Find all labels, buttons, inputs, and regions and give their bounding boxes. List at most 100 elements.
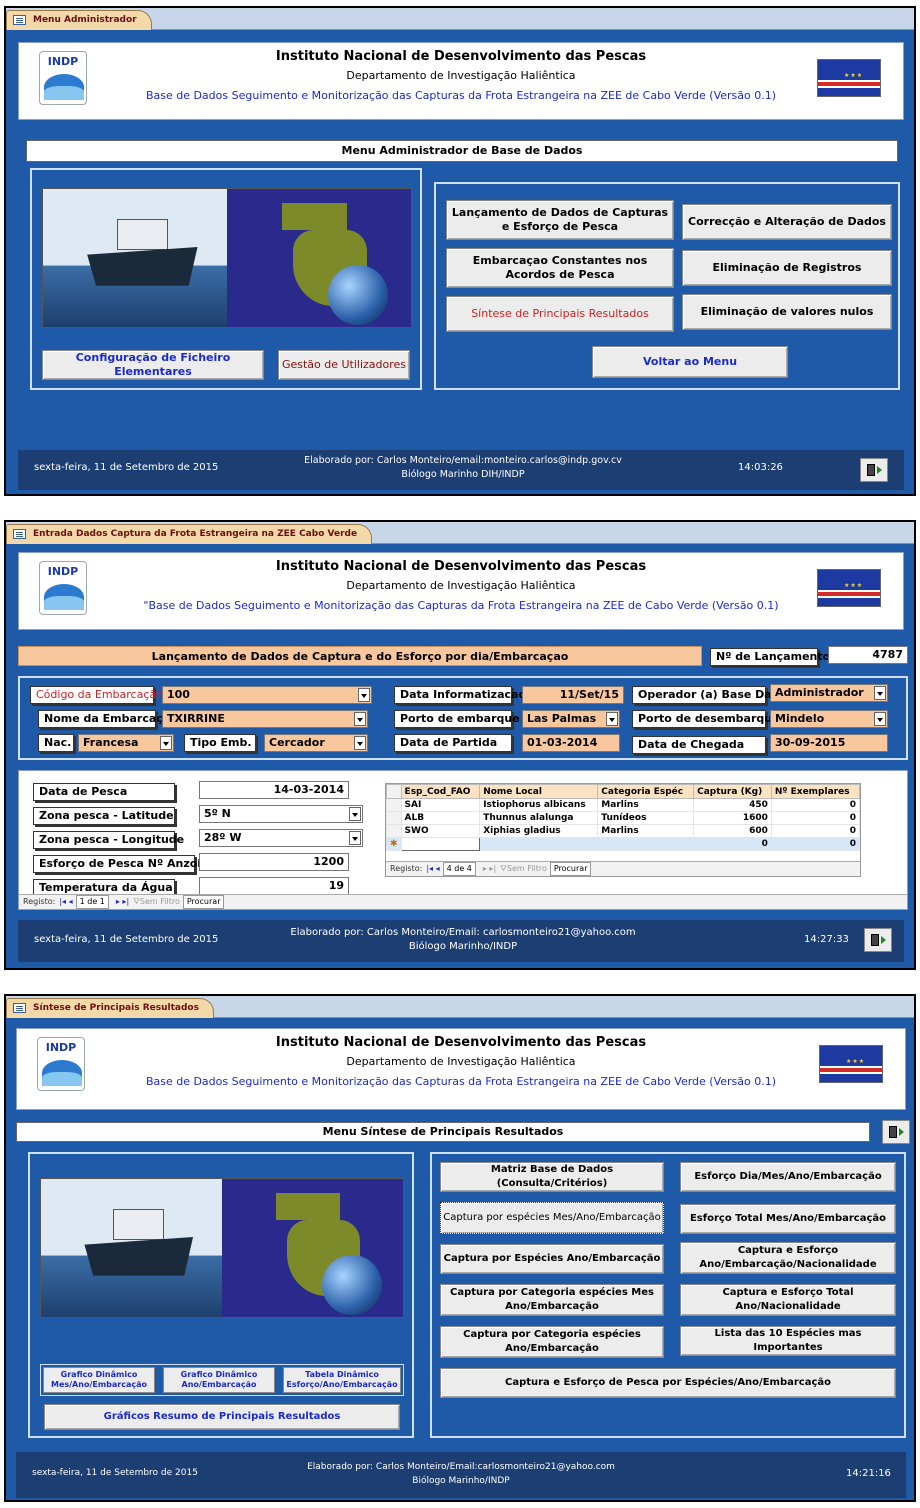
table-cell[interactable]: Marlins — [597, 824, 695, 838]
column-header[interactable]: Nome Local — [479, 784, 599, 799]
table-row[interactable]: SWO Xiphias gladius Marlins 600 0 — [386, 824, 860, 838]
correccao-button[interactable]: Correcção e Alteração de Dados — [682, 204, 892, 240]
chevron-down-icon[interactable] — [606, 712, 618, 726]
chevron-down-icon[interactable] — [874, 712, 886, 726]
esforco-field[interactable]: 1200 — [199, 853, 349, 871]
table-cell[interactable]: 0 — [770, 824, 860, 838]
subform-record-navigator[interactable]: Registo: |◂ ◂ 4 de 4 ▸ ▸| ⛛Sem Filtro Procura… — [386, 861, 860, 876]
filter-label[interactable]: Sem Filtro — [507, 864, 547, 873]
record-position[interactable]: 1 de 1 — [75, 895, 109, 909]
captura-especies-ano-button[interactable]: Captura por Espécies Ano/Embarcação — [440, 1244, 664, 1274]
first-record-icon[interactable]: |◂ ◂ — [426, 863, 439, 875]
tab-entrada-dados[interactable]: Entrada Dados Captura da Frota Estrangei… — [6, 524, 373, 544]
n-lancamento-value[interactable]: 4787 — [828, 646, 908, 664]
next-record-icon[interactable]: ▸ ▸| — [116, 896, 129, 908]
search-field[interactable]: Procurar — [182, 895, 225, 909]
data-inf-field[interactable]: 11/Set/15 — [522, 686, 624, 704]
porto-desembarque-select[interactable]: Mindelo — [770, 710, 888, 728]
table-cell[interactable]: 0 — [693, 837, 772, 851]
tab-menu-administrador[interactable]: Menu Administrador — [6, 10, 152, 30]
voltar-menu-button[interactable]: Voltar ao Menu — [592, 346, 788, 378]
table-cell[interactable]: Thunnus alalunga — [479, 811, 599, 825]
eliminacao-nulos-button[interactable]: Eliminação de valores nulos — [682, 294, 892, 330]
row-selector-header[interactable] — [386, 784, 402, 799]
temperatura-field[interactable]: 19 — [199, 877, 349, 895]
table-cell[interactable]: SWO — [400, 824, 481, 838]
partida-field[interactable]: 01-03-2014 — [522, 734, 620, 752]
latitude-select[interactable]: 5º N — [199, 805, 363, 823]
table-cell[interactable] — [479, 837, 599, 851]
captura-esforco-especies-button[interactable]: Captura e Esforço de Pesca por Espécies/… — [440, 1368, 896, 1398]
chevron-down-icon[interactable] — [874, 686, 886, 700]
chevron-down-icon[interactable] — [358, 688, 370, 702]
operador-select[interactable]: Administrador — [770, 684, 888, 702]
captura-esforco-nac-button[interactable]: Captura e Esforço Ano/Embarcação/Naciona… — [680, 1242, 896, 1274]
table-cell[interactable]: SAI — [400, 798, 481, 812]
table-row[interactable]: SAI Istiophorus albicans Marlins 450 0 — [386, 798, 860, 812]
embarcacao-acordos-button[interactable]: Embarcaçao Constantes nos Acordos de Pes… — [446, 248, 674, 288]
chevron-down-icon[interactable] — [354, 736, 366, 750]
column-header[interactable]: Nº Exemplares — [770, 784, 860, 799]
porto-embarque-select[interactable]: Las Palmas — [522, 710, 620, 728]
longitude-select[interactable]: 28º W — [199, 829, 363, 847]
table-cell[interactable]: 600 — [693, 824, 772, 838]
column-header[interactable]: Categoria Espéc — [597, 784, 695, 799]
table-cell[interactable] — [400, 837, 481, 851]
filter-label[interactable]: Sem Filtro — [140, 897, 180, 906]
first-record-icon[interactable]: |◂ ◂ — [59, 896, 72, 908]
table-cell[interactable]: Marlins — [597, 798, 695, 812]
main-record-navigator[interactable]: Registo: |◂ ◂ 1 de 1 ▸ ▸| ⛛Sem Filtro Procura… — [19, 894, 907, 909]
codigo-select[interactable]: 100 — [162, 686, 372, 704]
lista-10-button[interactable]: Lista das 10 Espécies mas Importantes — [680, 1326, 896, 1356]
exit-button[interactable] — [882, 1120, 910, 1144]
tipo-select[interactable]: Cercador — [264, 734, 368, 752]
captura-esforco-total-button[interactable]: Captura e Esforço Total Ano/Nacionalidad… — [680, 1284, 896, 1316]
eliminacao-registros-button[interactable]: Eliminação de Registros — [682, 250, 892, 286]
esforco-total-button[interactable]: Esforço Total Mes/Ano/Embarcação — [680, 1204, 896, 1234]
matriz-button[interactable]: Matriz Base de Dados (Consulta/Critérios… — [440, 1162, 664, 1192]
table-cell[interactable] — [597, 837, 695, 851]
record-position[interactable]: 4 de 4 — [442, 862, 476, 876]
row-selector[interactable] — [386, 798, 402, 812]
table-cell[interactable]: Istiophorus albicans — [479, 798, 599, 812]
tab-sintese[interactable]: Síntese de Principais Resultados — [6, 998, 214, 1018]
grafico-mes-button[interactable]: Grafico Dinâmico Mes/Ano/Embarcação — [43, 1367, 155, 1393]
table-cell[interactable]: 1600 — [693, 811, 772, 825]
filter-icon[interactable]: ⛛ — [133, 896, 140, 908]
lancamento-button[interactable]: Lançamento de Dados de Capturas e Esforç… — [446, 200, 674, 240]
captura-cat-mes-button[interactable]: Captura por Categoria espécies Mes Ano/E… — [440, 1284, 664, 1316]
esforco-dia-button[interactable]: Esforço Dia/Mes/Ano/Embarcação — [680, 1162, 896, 1192]
tabela-button[interactable]: Tabela Dinâmico Esforço/Ano/Embarcação — [283, 1367, 401, 1393]
table-cell[interactable]: ALB — [400, 811, 481, 825]
nome-select[interactable]: TXIRRINE — [162, 710, 368, 728]
row-selector[interactable] — [386, 824, 402, 838]
table-cell[interactable]: 0 — [770, 811, 860, 825]
chevron-down-icon[interactable] — [349, 807, 361, 821]
nac-select[interactable]: Francesa — [78, 734, 174, 752]
table-cell[interactable]: 450 — [693, 798, 772, 812]
table-cell[interactable]: 0 — [770, 798, 860, 812]
chegada-field[interactable]: 30-09-2015 — [770, 734, 888, 752]
captura-cat-ano-button[interactable]: Captura por Categoria espécies Ano/Embar… — [440, 1326, 664, 1358]
table-cell[interactable]: 0 — [770, 837, 860, 851]
captura-especies-mes-button[interactable]: Captura por espécies Mes/Ano/Embarcação — [440, 1202, 664, 1234]
table-cell[interactable]: Tunídeos — [597, 811, 695, 825]
column-header[interactable]: Captura (Kg) — [693, 784, 772, 799]
exit-button[interactable] — [860, 458, 888, 482]
grafico-ano-button[interactable]: Grafico Dinâmico Ano/Embarcação — [163, 1367, 275, 1393]
new-record-row[interactable]: ✱ 0 0 — [386, 837, 860, 851]
filter-icon[interactable]: ⛛ — [500, 863, 507, 875]
row-selector[interactable] — [386, 811, 402, 825]
sintese-button[interactable]: Síntese de Principais Resultados — [446, 296, 674, 332]
chevron-down-icon[interactable] — [160, 736, 172, 750]
graficos-resumo-button[interactable]: Gráficos Resumo de Principais Resultados — [44, 1404, 400, 1430]
search-field[interactable]: Procurar — [549, 862, 592, 876]
configuracao-button[interactable]: Configuração de Ficheiro Elementares — [42, 350, 264, 380]
column-header[interactable]: Esp_Cod_FAO — [400, 784, 481, 799]
chevron-down-icon[interactable] — [354, 712, 366, 726]
next-record-icon[interactable]: ▸ ▸| — [483, 863, 496, 875]
exit-button[interactable] — [864, 928, 892, 952]
table-cell[interactable]: Xiphias gladius — [479, 824, 599, 838]
gestao-utilizadores-button[interactable]: Gestão de Utilizadores — [278, 350, 410, 380]
chevron-down-icon[interactable] — [349, 831, 361, 845]
